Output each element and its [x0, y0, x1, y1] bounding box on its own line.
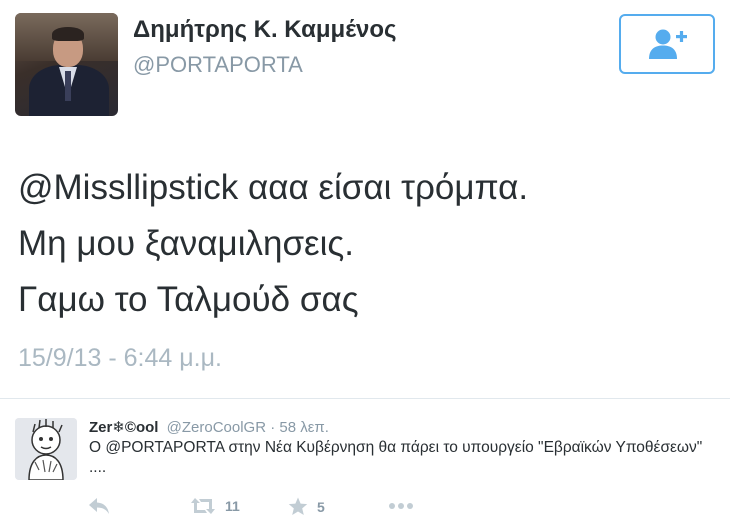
reply-display-name[interactable]: Zer❄©ool: [89, 419, 158, 436]
follow-button[interactable]: [619, 14, 715, 74]
reply-arrow-icon: [89, 498, 109, 514]
more-dots-icon: [389, 503, 413, 509]
star-icon: [288, 497, 308, 515]
tweet-timestamp[interactable]: 15/9/13 - 6:44 μ.μ.: [18, 344, 222, 373]
favorite-count: 5: [317, 498, 325, 515]
tweet-text-line: Μη μου ξαναμιλησεις.: [18, 224, 355, 263]
profile-avatar[interactable]: [15, 13, 118, 116]
tweet-text: @Missllipstick ααα είσαι τρόμπα. Μη μου …: [18, 160, 528, 328]
retweet-icon: [191, 498, 215, 514]
reply-text: Ο @PORTAPORTA στην Νέα Κυβέρνηση θα πάρε…: [89, 439, 703, 476]
reply-time[interactable]: · 58 λεπ.: [266, 419, 329, 436]
retweet-button[interactable]: 11: [190, 497, 240, 515]
display-name[interactable]: Δημήτρης Κ. Καμμένος: [133, 16, 397, 44]
reply-header: Zer❄©ool @ZeroCoolGR · 58 λεπ.: [89, 418, 329, 436]
favorite-button[interactable]: 5: [288, 497, 325, 516]
avatar-hair: [52, 27, 84, 41]
reply-button[interactable]: [88, 497, 110, 515]
reply-avatar[interactable]: [15, 418, 77, 480]
divider: [0, 398, 730, 399]
tweet-text-line: @Missllipstick ααα είσαι τρόμπα.: [18, 168, 529, 207]
reply-handle[interactable]: @ZeroCoolGR: [167, 419, 266, 436]
add-user-icon: [649, 29, 687, 59]
more-button[interactable]: [388, 502, 414, 510]
retweet-count: 11: [225, 498, 240, 514]
cartoon-avatar-image: [15, 418, 77, 480]
avatar-tie: [65, 71, 71, 101]
screen-name[interactable]: @PORTAPORTA: [133, 52, 303, 78]
tweet-text-line: Γαμω το Ταλμούδ σας: [18, 280, 359, 319]
